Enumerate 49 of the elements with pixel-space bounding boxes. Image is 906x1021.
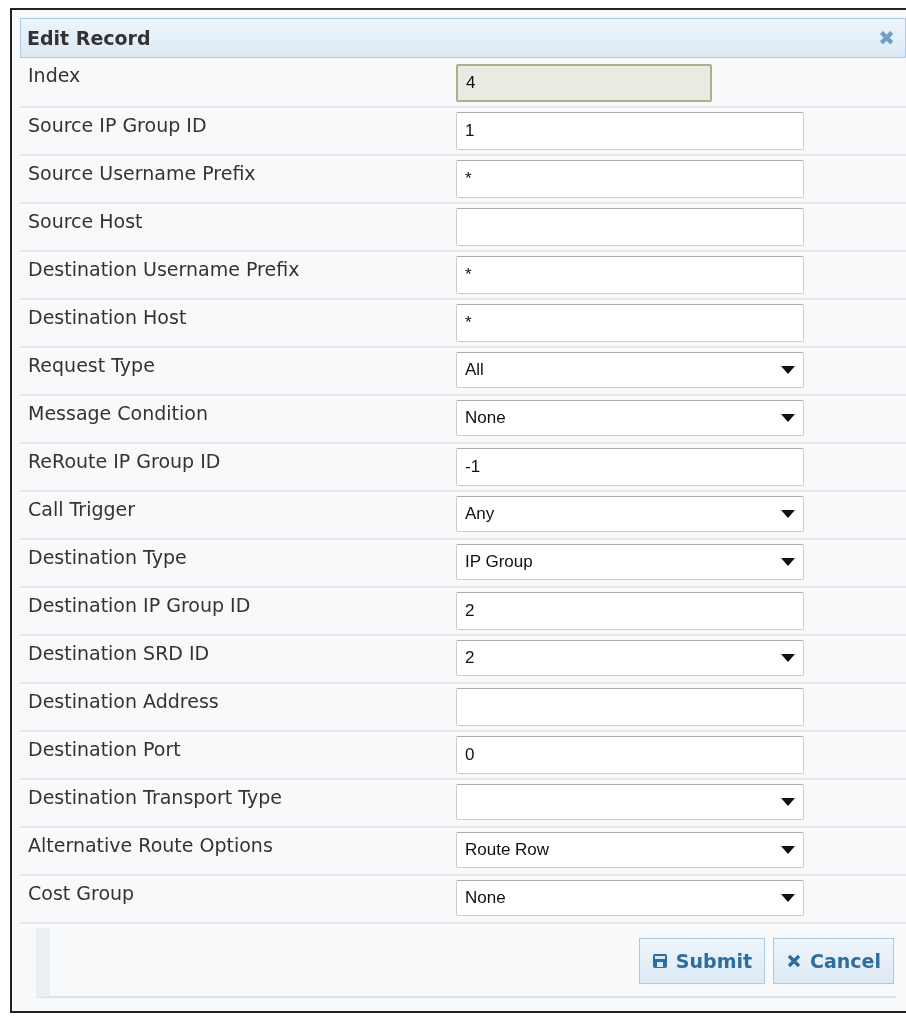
field-label: Destination Address <box>28 689 220 714</box>
input-field[interactable]: * <box>456 256 804 294</box>
field-label: ReRoute IP Group ID <box>28 449 222 474</box>
caret-icon <box>781 846 795 854</box>
field-label: Destination IP Group ID <box>28 593 252 618</box>
field-label: Destination SRD ID <box>28 641 211 666</box>
close-icon <box>786 953 803 969</box>
input-field[interactable]: * <box>456 160 804 198</box>
index-field[interactable]: 4 <box>456 64 712 102</box>
dropdown[interactable]: None <box>456 880 804 916</box>
dropdown[interactable] <box>456 784 804 820</box>
dropdown[interactable]: 2 <box>456 640 804 676</box>
caret-icon <box>781 510 795 518</box>
input-field[interactable] <box>456 208 804 246</box>
field-label: Destination Username Prefix <box>28 257 301 282</box>
input-field[interactable]: 2 <box>456 592 804 630</box>
dropdown[interactable]: Any <box>456 496 804 532</box>
dialog-title: Edit Record <box>27 27 151 49</box>
caret-icon <box>781 894 795 902</box>
input-field[interactable]: * <box>456 304 804 342</box>
field-label: Call Trigger <box>28 497 137 522</box>
save-icon <box>651 953 668 969</box>
dropdown[interactable]: None <box>456 400 804 436</box>
field-label: Alternative Route Options <box>28 833 274 858</box>
field-label: Message Condition <box>28 401 209 426</box>
field-label: Destination Type <box>28 545 188 570</box>
field-label: Request Type <box>28 353 156 378</box>
cancel-button[interactable]: Cancel <box>773 938 894 984</box>
dropdown[interactable]: Route Row <box>456 832 804 868</box>
field-label: Destination Host <box>28 305 188 330</box>
caret-icon <box>781 366 795 374</box>
caret-icon <box>781 654 795 662</box>
field-label: Index <box>28 63 82 88</box>
caret-icon <box>781 798 795 806</box>
submit-button[interactable]: Submit <box>638 938 766 984</box>
field-label: Destination Transport Type <box>28 785 283 810</box>
input-field[interactable]: 1 <box>456 112 804 150</box>
field-label: Destination Port <box>28 737 182 762</box>
dropdown[interactable]: All <box>456 352 804 388</box>
caret-icon <box>781 558 795 566</box>
field-label: Source Host <box>28 209 144 234</box>
field-label: Cost Group <box>28 881 136 906</box>
dropdown[interactable]: IP Group <box>456 544 804 580</box>
caret-icon <box>781 414 795 422</box>
field-label: Source Username Prefix <box>28 161 257 186</box>
input-field[interactable]: 0 <box>456 736 804 774</box>
input-field[interactable] <box>456 688 804 726</box>
field-label: Source IP Group ID <box>28 113 208 138</box>
input-field[interactable]: -1 <box>456 448 804 486</box>
